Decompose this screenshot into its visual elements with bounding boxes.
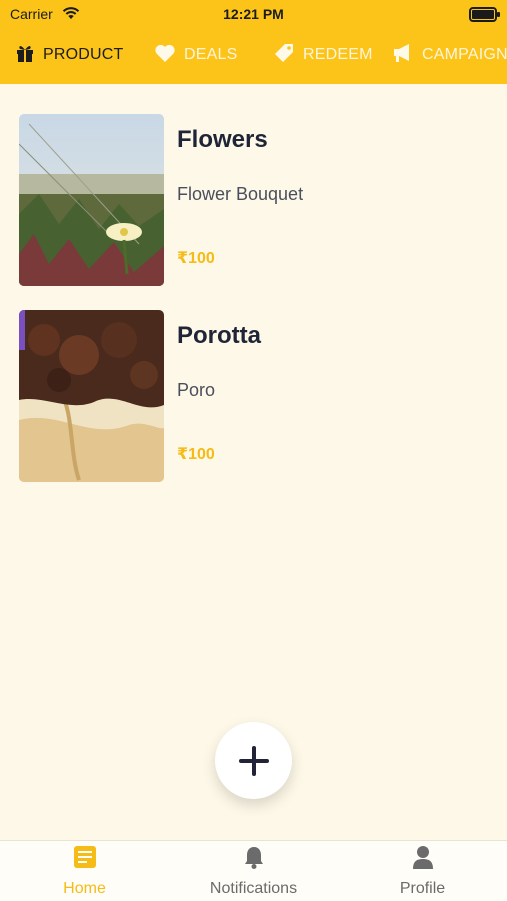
bottom-nav: Home Notifications Profile: [0, 840, 507, 901]
plus-icon: [238, 745, 269, 776]
product-title: Porotta: [177, 322, 261, 349]
top-tab-bar: PRODUCT DEALS REDEEM CAMPAIGN: [0, 40, 507, 70]
home-document-icon: [73, 845, 97, 874]
product-title: Flowers: [177, 126, 268, 153]
nav-profile[interactable]: Profile: [338, 845, 507, 899]
add-product-button[interactable]: [215, 722, 292, 799]
product-card[interactable]: Porotta Poro ₹100: [19, 310, 489, 482]
product-subtitle: Flower Bouquet: [177, 184, 304, 204]
nav-home[interactable]: Home: [0, 845, 169, 899]
product-price: ₹100: [177, 250, 215, 267]
megaphone-icon: [392, 43, 414, 68]
product-price: ₹100: [177, 446, 215, 463]
tab-deals[interactable]: DEALS: [154, 40, 237, 70]
gift-icon: [15, 43, 35, 68]
tab-product-label: PRODUCT: [43, 46, 124, 63]
tag-icon: [273, 42, 295, 69]
nav-profile-label: Profile: [399, 880, 446, 897]
clock: 12:21 PM: [223, 6, 284, 22]
porotta-photo: [19, 310, 164, 482]
heart-icon: [154, 43, 176, 68]
status-bar: Carrier 12:21 PM: [0, 0, 507, 28]
tab-redeem-label: REDEEM: [303, 46, 373, 63]
battery-icon: [469, 7, 500, 22]
app-header: Carrier 12:21 PM PRODUCT DEALS REDEEM CA…: [0, 0, 507, 84]
nav-home-label: Home: [63, 880, 106, 897]
tab-deals-label: DEALS: [184, 46, 238, 63]
nav-notifications-label: Notifications: [209, 880, 298, 897]
tab-redeem[interactable]: REDEEM: [273, 40, 373, 70]
bell-icon: [243, 845, 265, 874]
tab-campaign[interactable]: CAMPAIGN: [392, 40, 507, 70]
tab-campaign-label: CAMPAIGN: [422, 46, 507, 63]
product-card[interactable]: Flowers Flower Bouquet ₹100: [19, 114, 489, 286]
person-icon: [412, 845, 434, 874]
flower-photo: [19, 114, 164, 286]
product-subtitle: Poro: [177, 380, 216, 400]
tab-product[interactable]: PRODUCT: [15, 40, 124, 70]
nav-notifications[interactable]: Notifications: [169, 845, 338, 899]
